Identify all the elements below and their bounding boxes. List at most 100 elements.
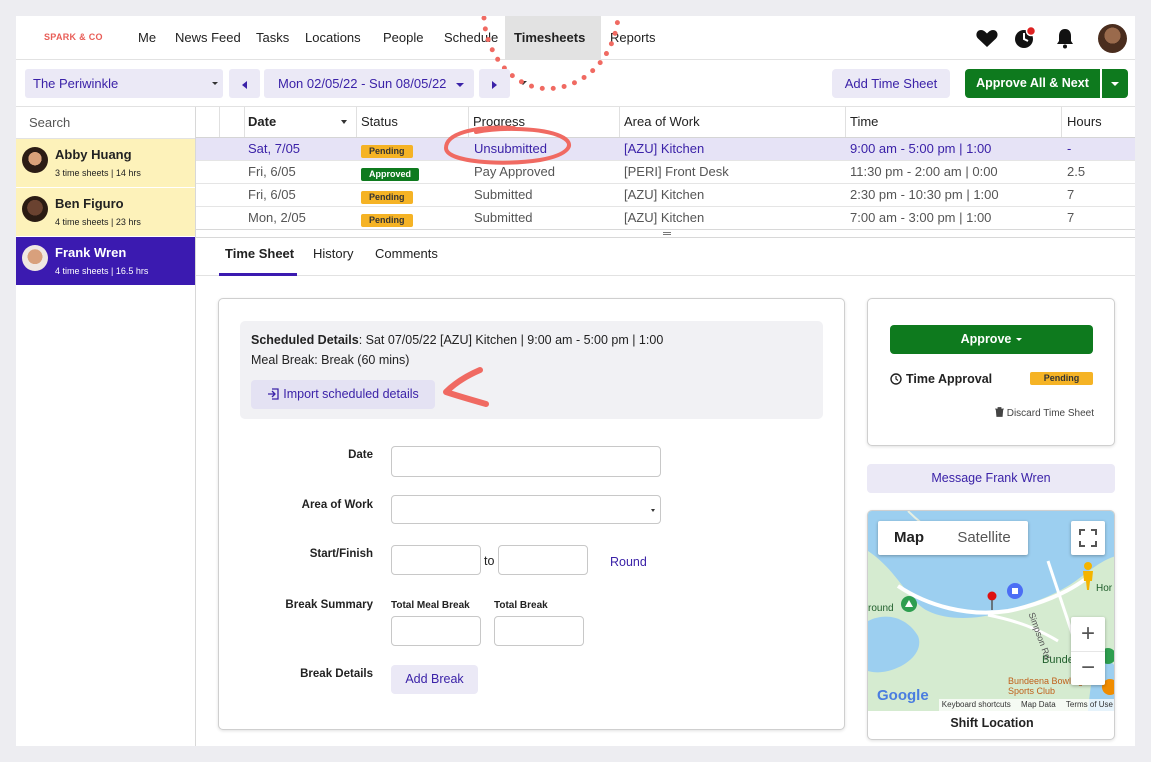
column-header-date-label: Date	[248, 114, 277, 129]
finish-time-field[interactable]	[498, 545, 588, 575]
row-date: Fri, 6/05	[248, 187, 296, 202]
status-badge: Pending	[361, 212, 413, 227]
row-progress: Submitted	[474, 210, 533, 225]
status-badge-label: Approved	[361, 168, 420, 181]
updates-icon[interactable]	[1013, 26, 1037, 50]
prev-week-button[interactable]	[229, 69, 260, 98]
employee-item-abby-huang[interactable]: Abby Huang 3 time sheets | 14 hrs	[16, 139, 195, 188]
date-field[interactable]	[391, 446, 661, 477]
row-time: 2:30 pm - 10:30 pm | 1:00	[850, 187, 999, 202]
avatar	[22, 147, 48, 173]
approval-panel: Approve Time Approval Pending Discard Ti…	[867, 298, 1115, 446]
column-header-progress[interactable]: Progress	[469, 107, 620, 137]
total-meal-break-field[interactable]	[391, 616, 481, 646]
location-select[interactable]: The Periwinkle	[25, 69, 223, 98]
approve-all-dropdown-button[interactable]	[1102, 69, 1128, 98]
scheduled-details-panel: Scheduled Details: Sat 07/05/22 [AZU] Ki…	[240, 321, 823, 419]
row-date: Fri, 6/05	[248, 164, 296, 179]
resize-handle[interactable]	[196, 229, 1135, 238]
fullscreen-button[interactable]	[1071, 521, 1105, 555]
status-badge-label: Pending	[361, 214, 413, 227]
message-employee-button[interactable]: Message Frank Wren	[867, 464, 1115, 493]
nav-schedule[interactable]: Schedule	[435, 16, 507, 60]
row-date: Mon, 2/05	[248, 210, 306, 225]
approve-button[interactable]: Approve	[890, 325, 1093, 354]
tab-time-sheet[interactable]: Time Sheet	[219, 238, 297, 276]
import-scheduled-details-button[interactable]: Import scheduled details	[251, 380, 435, 409]
status-badge: Pending	[361, 143, 413, 158]
location-select-value: The Periwinkle	[33, 76, 119, 91]
keyboard-shortcuts-link[interactable]: Keyboard shortcuts	[942, 700, 1011, 709]
heart-icon[interactable]	[975, 26, 999, 50]
table-row[interactable]: Mon, 2/05 Pending Submitted [AZU] Kitche…	[196, 207, 1135, 229]
nav-people[interactable]: People	[374, 16, 432, 60]
row-area: [AZU] Kitchen	[624, 187, 705, 202]
map-tab-map[interactable]: Map	[878, 521, 940, 555]
trash-icon	[994, 407, 1004, 417]
chevron-down-icon	[456, 82, 465, 87]
time-sheet-form: Scheduled Details: Sat 07/05/22 [AZU] Ki…	[218, 298, 845, 730]
nav-locations[interactable]: Locations	[296, 16, 370, 60]
brand-logo[interactable]: SPARK & CO	[44, 32, 103, 42]
to-label: to	[484, 554, 495, 568]
nav-news-feed[interactable]: News Feed	[166, 16, 250, 60]
area-of-work-select[interactable]	[391, 495, 661, 524]
column-header-area[interactable]: Area of Work	[620, 107, 846, 137]
column-header-date[interactable]: Date	[245, 107, 357, 137]
tab-history[interactable]: History	[313, 238, 353, 276]
table-row[interactable]: Fri, 6/05 Approved Pay Approved [PERI] F…	[196, 161, 1135, 184]
table-row[interactable]: Sat, 7/05 Pending Unsubmitted [AZU] Kitc…	[196, 138, 1135, 161]
employee-search-input[interactable]: Search	[16, 107, 195, 139]
chevron-down-icon	[651, 509, 655, 512]
employee-name: Frank Wren	[55, 245, 127, 260]
total-break-field[interactable]	[494, 616, 584, 646]
sort-down-icon	[341, 120, 347, 124]
employee-item-ben-figuro[interactable]: Ben Figuro 4 time sheets | 23 hrs	[16, 188, 195, 237]
date-range-select[interactable]: Mon 02/05/22 - Sun 08/05/22	[264, 69, 474, 98]
terms-of-use-link[interactable]: Terms of Use	[1066, 700, 1113, 709]
map-view[interactable]: Bundeena Bundeena Bowling and Sports Clu…	[868, 511, 1114, 711]
add-break-button[interactable]: Add Break	[391, 665, 478, 694]
row-hours: 7	[1067, 210, 1075, 225]
date-range-value: Mon 02/05/22 - Sun 08/05/22	[278, 76, 447, 91]
row-hours: 2.5	[1067, 164, 1086, 179]
map-tab-satellite[interactable]: Satellite	[940, 521, 1028, 555]
status-badge: Pending	[1030, 372, 1093, 385]
zoom-control: + −	[1071, 617, 1105, 685]
discard-time-sheet-link[interactable]: Discard Time Sheet	[994, 407, 1094, 419]
user-avatar[interactable]	[1098, 24, 1127, 53]
zoom-out-icon[interactable]: −	[1071, 651, 1105, 685]
round-link[interactable]: Round	[610, 555, 647, 569]
nav-me[interactable]: Me	[129, 16, 165, 60]
row-time: 7:00 am - 3:00 pm | 1:00	[850, 210, 992, 225]
start-time-field[interactable]	[391, 545, 481, 575]
grid-header-row: Date Status Progress Area of Work Time H…	[196, 107, 1135, 138]
shift-location-card: Bundeena Bundeena Bowling and Sports Clu…	[867, 510, 1115, 740]
date-label: Date	[348, 449, 373, 461]
approve-all-next-button[interactable]: Approve All & Next	[965, 69, 1100, 98]
row-time: 11:30 pm - 2:00 am | 0:00	[850, 164, 998, 179]
avatar	[22, 245, 48, 271]
column-header-time[interactable]: Time	[846, 107, 1062, 137]
nav-reports[interactable]: Reports	[601, 16, 665, 60]
bell-icon[interactable]	[1053, 26, 1077, 50]
approve-button-label: Approve	[960, 332, 1012, 346]
street-view-pegman-icon[interactable]	[1078, 561, 1098, 591]
drag-handle-icon	[663, 232, 671, 235]
zoom-in-icon[interactable]: +	[1071, 617, 1105, 651]
fullscreen-icon	[1079, 529, 1097, 547]
add-time-sheet-button[interactable]: Add Time Sheet	[832, 69, 950, 98]
column-header-hours[interactable]: Hours	[1062, 107, 1135, 137]
column-header-status[interactable]: Status	[357, 107, 469, 137]
table-row[interactable]: Fri, 6/05 Pending Submitted [AZU] Kitche…	[196, 184, 1135, 207]
nav-tasks[interactable]: Tasks	[247, 16, 298, 60]
nav-timesheets[interactable]: Timesheets	[505, 16, 601, 85]
tab-comments[interactable]: Comments	[375, 238, 438, 276]
chevron-right-icon	[492, 80, 497, 89]
map-data-link[interactable]: Map Data	[1021, 700, 1056, 709]
employee-item-frank-wren[interactable]: Frank Wren 4 time sheets | 16.5 hrs	[16, 237, 195, 286]
discard-label: Discard Time Sheet	[1006, 408, 1094, 419]
next-week-button[interactable]	[479, 69, 510, 98]
row-progress: Unsubmitted	[474, 141, 547, 156]
map-footer: Keyboard shortcuts Map Data Terms of Use	[938, 699, 1114, 711]
